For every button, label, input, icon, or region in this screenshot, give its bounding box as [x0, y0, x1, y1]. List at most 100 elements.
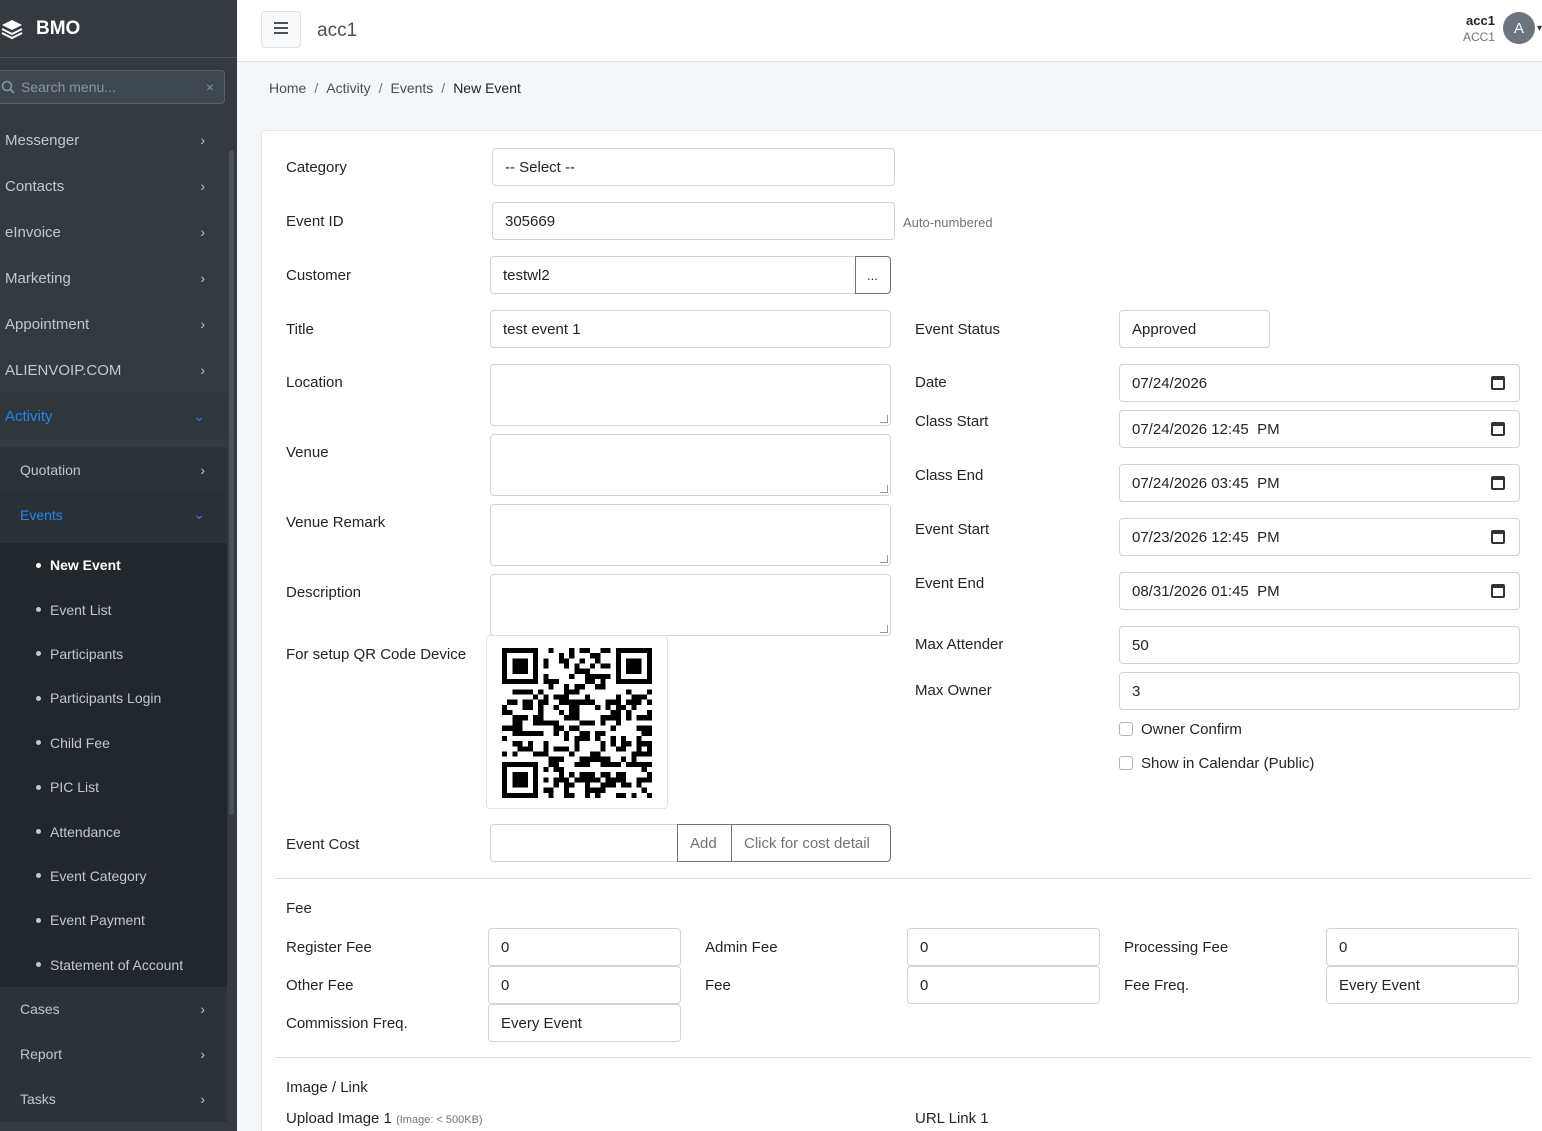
sidebar-item-label: Report: [20, 1046, 63, 1063]
commission-freq-select[interactable]: Every Event: [488, 1004, 681, 1042]
breadcrumb-activity[interactable]: Activity: [326, 80, 370, 96]
event-end-field[interactable]: 08/31/2026 01:45 PM: [1119, 572, 1520, 610]
fee-field[interactable]: 0: [907, 966, 1100, 1004]
search-input[interactable]: Search menu...: [21, 79, 206, 95]
events-submenu: New Event Event List Participants Partic…: [0, 543, 227, 987]
page-title: acc1: [317, 20, 358, 41]
activity-submenu: Quotation › Events ⌄ New Event Event List …: [0, 447, 227, 1122]
close-icon[interactable]: ×: [206, 79, 214, 95]
resize-grip-icon[interactable]: [880, 555, 888, 563]
date-field[interactable]: 07/24/2026: [1119, 364, 1520, 402]
menu-toggle-button[interactable]: [261, 11, 301, 48]
venue-label: Venue: [286, 444, 329, 461]
bullet-icon: [36, 784, 41, 790]
show-calendar-label: Show in Calendar (Public): [1141, 755, 1315, 772]
sidebar-item-label: eInvoice: [5, 223, 61, 241]
title-field[interactable]: test event 1: [490, 310, 891, 348]
event-status-field[interactable]: Approved: [1119, 310, 1270, 348]
show-calendar-checkbox[interactable]: [1119, 756, 1133, 770]
bullet-icon: [36, 829, 41, 835]
venue-textarea[interactable]: [490, 434, 891, 496]
date-value: 07/24/2026: [1132, 374, 1208, 392]
breadcrumb-events[interactable]: Events: [390, 80, 433, 96]
processing-fee-field[interactable]: 0: [1326, 928, 1519, 966]
sidebar-item-child-fee[interactable]: Child Fee: [0, 721, 227, 765]
calendar-icon[interactable]: [1491, 584, 1505, 598]
layers-icon: [0, 17, 24, 41]
category-select[interactable]: -- Select --: [492, 148, 895, 186]
user-names: acc1 ACC1: [1463, 13, 1495, 44]
event-cost-field[interactable]: [490, 824, 678, 862]
max-attender-label: Max Attender: [915, 636, 1004, 653]
calendar-icon[interactable]: [1491, 476, 1505, 490]
calendar-icon[interactable]: [1491, 422, 1505, 436]
register-fee-field[interactable]: 0: [488, 928, 681, 966]
sidebar-item-participants-login[interactable]: Participants Login: [0, 676, 227, 720]
admin-fee-field[interactable]: 0: [907, 928, 1100, 966]
sidebar-item-statement-of-account[interactable]: Statement of Account: [0, 943, 227, 987]
chevron-right-icon: ›: [200, 132, 205, 148]
description-textarea[interactable]: [490, 574, 891, 636]
sidebar-item-cases[interactable]: Cases ›: [0, 987, 227, 1032]
location-textarea[interactable]: [490, 364, 891, 426]
fee-freq-select[interactable]: Every Event: [1326, 966, 1519, 1004]
customer-field[interactable]: testwl2: [490, 256, 856, 294]
user-account: ACC1: [1462, 29, 1495, 44]
class-start-field[interactable]: 07/24/2026 12:45 PM: [1119, 410, 1520, 448]
chevron-right-icon: ›: [200, 224, 205, 240]
venue-remark-label: Venue Remark: [286, 514, 386, 531]
other-fee-field[interactable]: 0: [488, 966, 681, 1004]
sidebar-item-event-payment[interactable]: Event Payment: [0, 898, 227, 942]
event-id-field[interactable]: 305669: [492, 202, 895, 240]
sidebar-item-label: New Event: [50, 557, 121, 574]
sidebar-scrollbar[interactable]: [229, 150, 234, 815]
breadcrumb-home[interactable]: Home: [269, 80, 306, 96]
sidebar-item-einvoice[interactable]: eInvoice ›: [0, 209, 227, 255]
class-end-field[interactable]: 07/24/2026 03:45 PM: [1119, 464, 1520, 502]
customer-lookup-button[interactable]: ...: [855, 256, 891, 294]
topbar: acc1 acc1 ACC1 A ▾: [237, 0, 1542, 62]
avatar[interactable]: A: [1502, 12, 1535, 44]
add-cost-button[interactable]: Add: [677, 824, 733, 862]
class-end-value: 07/24/2026 03:45 PM: [1132, 474, 1280, 492]
sidebar-item-pic-list[interactable]: PIC List: [0, 765, 227, 809]
caret-down-icon[interactable]: ▾: [1537, 23, 1542, 34]
chevron-right-icon: ›: [200, 270, 205, 286]
sidebar-item-alienvoip[interactable]: ALIENVOIP.COM ›: [0, 347, 227, 393]
cost-detail-button[interactable]: Click for cost detail: [731, 824, 891, 862]
sidebar-item-event-category[interactable]: Event Category: [0, 854, 227, 898]
customer-label: Customer: [286, 267, 352, 284]
venue-remark-textarea[interactable]: [490, 504, 891, 566]
brand[interactable]: BMO: [0, 0, 237, 58]
sidebar-item-participants[interactable]: Participants: [0, 632, 227, 676]
location-label: Location: [286, 374, 343, 391]
divider: [275, 878, 1531, 879]
sidebar-item-activity[interactable]: Activity ⌄: [0, 393, 227, 439]
sidebar-item-messenger[interactable]: Messenger ›: [0, 117, 227, 163]
sidebar-item-label: ALIENVOIP.COM: [5, 361, 122, 379]
max-owner-field[interactable]: 3: [1119, 672, 1520, 710]
resize-grip-icon[interactable]: [880, 415, 888, 423]
other-fee-label: Other Fee: [286, 977, 354, 994]
sidebar-item-appointment[interactable]: Appointment ›: [0, 301, 227, 347]
sidebar-item-tasks[interactable]: Tasks ›: [0, 1077, 227, 1122]
sidebar-item-attendance[interactable]: Attendance: [0, 809, 227, 853]
sidebar-item-new-event[interactable]: New Event: [0, 543, 227, 587]
sidebar-item-events[interactable]: Events ⌄: [0, 492, 227, 537]
sidebar-item-quotation[interactable]: Quotation ›: [0, 447, 227, 492]
sidebar-item-report[interactable]: Report ›: [0, 1032, 227, 1077]
event-start-field[interactable]: 07/23/2026 12:45 PM: [1119, 518, 1520, 556]
calendar-icon[interactable]: [1491, 530, 1505, 544]
resize-grip-icon[interactable]: [880, 485, 888, 493]
owner-confirm-checkbox[interactable]: [1119, 722, 1133, 736]
max-attender-field[interactable]: 50: [1119, 626, 1520, 664]
sidebar-item-marketing[interactable]: Marketing ›: [0, 255, 227, 301]
sidebar-search[interactable]: Search menu... ×: [0, 70, 225, 104]
event-id-hint: Auto-numbered: [903, 215, 993, 230]
sidebar-item-contacts[interactable]: Contacts ›: [0, 163, 227, 209]
description-label: Description: [286, 584, 362, 601]
resize-grip-icon[interactable]: [880, 625, 888, 633]
user-menu[interactable]: acc1 ACC1 A ▾: [1463, 12, 1542, 44]
sidebar-item-event-list[interactable]: Event List: [0, 587, 227, 631]
calendar-icon[interactable]: [1491, 376, 1505, 390]
